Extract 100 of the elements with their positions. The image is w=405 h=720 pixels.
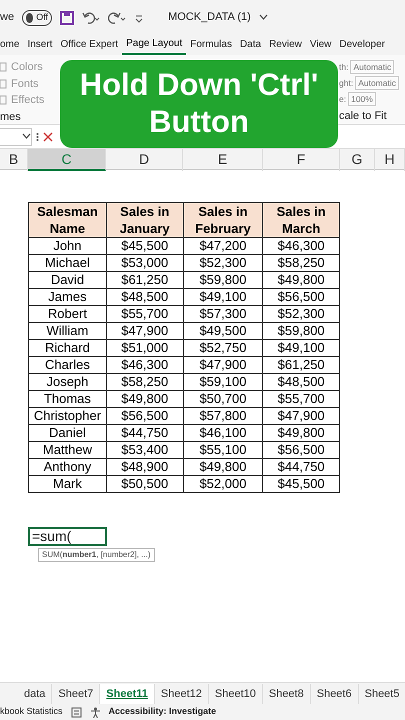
table-cell: $57,300 (183, 306, 263, 322)
scale-field[interactable]: 100% (348, 92, 376, 106)
table-cell: $48,500 (262, 374, 340, 390)
ribbon-tab[interactable]: ome (0, 36, 24, 54)
table-cell: $57,800 (183, 408, 263, 424)
column-header[interactable]: F (263, 149, 340, 171)
file-name[interactable]: MOCK_DATA (1) (168, 9, 251, 26)
table-cell: $44,750 (262, 458, 340, 476)
redo-icon[interactable] (108, 12, 126, 24)
table-cell: $56,500 (262, 442, 340, 458)
field-label: th: (339, 60, 348, 74)
table-cell: $52,000 (183, 476, 263, 492)
table-cell: $49,800 (183, 458, 263, 476)
caption-banner: Hold Down 'Ctrl' Button (60, 60, 338, 148)
table-cell: $52,750 (183, 340, 263, 356)
table-cell: $46,100 (183, 424, 263, 442)
table-cell: $49,100 (262, 340, 340, 356)
table-cell: Thomas (28, 390, 106, 408)
table-cell: Michael (28, 254, 106, 272)
save-icon[interactable] (60, 10, 74, 24)
table-cell: Christopher (28, 408, 106, 424)
table-cell: $45,500 (106, 238, 184, 254)
table-cell: Matthew (28, 442, 106, 458)
table-cell: $55,700 (106, 306, 184, 322)
column-heading: Sales in January (106, 202, 184, 238)
function-tooltip: SUM(number1, [number2], ...) (38, 548, 154, 562)
table-cell: $50,500 (106, 476, 184, 492)
group-label: cale to Fit (339, 108, 388, 124)
ribbon-tab[interactable]: Office Expert (56, 36, 122, 54)
table-cell: $52,300 (262, 306, 340, 322)
field-label: ght: (339, 76, 354, 90)
scale-field[interactable]: Automatic (350, 60, 394, 74)
table-cell: James (28, 288, 106, 306)
autosave-toggle[interactable]: Off (22, 10, 52, 26)
table-cell: Mark (28, 476, 106, 492)
chevron-icon[interactable] (258, 14, 268, 21)
table-cell: $53,400 (106, 442, 184, 458)
autosave-label: we (0, 10, 14, 26)
table-cell: $47,900 (106, 322, 184, 340)
scale-field[interactable]: Automatic (355, 76, 399, 90)
column-heading: Sales in March (262, 202, 340, 238)
more-icon[interactable] (36, 132, 39, 142)
table-cell: Robert (28, 306, 106, 322)
group-label: mes (0, 110, 22, 124)
table-cell: $49,100 (183, 288, 263, 306)
table-cell: William (28, 322, 106, 340)
table-cell: $49,800 (262, 272, 340, 288)
ribbon-tab[interactable]: Review (265, 36, 306, 54)
ribbon-tab[interactable]: Formulas (186, 36, 236, 54)
table-cell: $49,500 (183, 322, 263, 340)
table-cell: $44,750 (106, 424, 184, 442)
table-cell: David (28, 272, 106, 288)
table-cell: $59,100 (183, 374, 263, 390)
table-cell: $47,200 (183, 238, 263, 254)
table-cell: $53,000 (106, 254, 184, 272)
table-cell: $56,500 (106, 408, 184, 424)
table-cell: $45,500 (262, 476, 340, 492)
table-cell: $47,900 (262, 408, 340, 424)
table-cell: $55,100 (183, 442, 263, 458)
table-cell: $58,250 (106, 374, 184, 390)
table-cell: Charles (28, 356, 106, 374)
table-cell: Joseph (28, 374, 106, 390)
accessibility-icon[interactable] (90, 706, 101, 718)
table-cell: $58,250 (262, 254, 340, 272)
table-cell: $47,900 (183, 356, 263, 374)
ribbon-tab[interactable]: Data (236, 36, 266, 54)
column-header[interactable]: E (183, 149, 263, 171)
column-heading: Sales in February (183, 202, 263, 238)
table-cell: $61,250 (262, 356, 340, 374)
table-cell: $56,500 (262, 288, 340, 306)
table-cell: $51,000 (106, 340, 184, 356)
column-heading: Salesman Name (28, 202, 106, 238)
column-header[interactable]: D (106, 149, 183, 171)
table-cell: $48,900 (106, 458, 184, 476)
close-icon[interactable] (43, 132, 53, 142)
table-cell: John (28, 238, 106, 254)
table-cell: Daniel (28, 424, 106, 442)
table-cell: $61,250 (106, 272, 184, 288)
table-cell: $49,800 (262, 424, 340, 442)
ribbon-tab[interactable]: View (306, 36, 336, 54)
table-cell: $59,800 (262, 322, 340, 340)
chevron-icon[interactable] (22, 133, 31, 140)
undo-icon[interactable] (82, 12, 100, 24)
column-header[interactable]: G (340, 149, 375, 171)
ribbon-tab[interactable]: Developer (335, 36, 389, 54)
table-cell: $55,700 (262, 390, 340, 408)
statistics-icon[interactable] (70, 706, 82, 718)
customize-icon[interactable] (134, 12, 144, 22)
field-label: e: (339, 93, 346, 106)
accessibility-status[interactable]: Accessibility: Investigate (108, 705, 216, 719)
table-cell: $52,300 (183, 254, 263, 272)
table-cell: $50,700 (183, 390, 263, 408)
table-cell: $46,300 (262, 238, 340, 254)
table-cell: $46,300 (106, 356, 184, 374)
sheet-tab[interactable]: Sheet11 (100, 684, 155, 704)
ribbon-tab[interactable]: Insert (23, 36, 56, 54)
table-cell: $48,500 (106, 288, 184, 306)
formula-input[interactable]: =sum( (28, 527, 107, 546)
status-text[interactable]: kbook Statistics (0, 705, 63, 719)
column-header[interactable]: H (375, 149, 405, 171)
